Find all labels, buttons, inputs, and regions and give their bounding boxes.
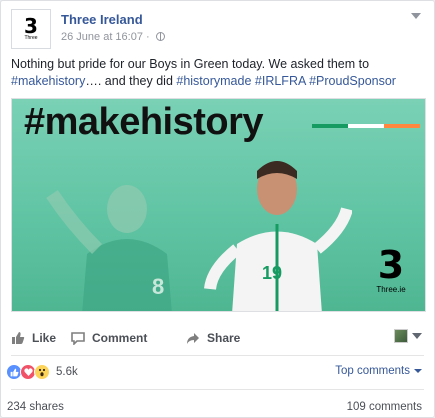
- post-text-part-2: …. and they did: [85, 74, 177, 88]
- avatar-logo: 3: [24, 14, 38, 38]
- foreground-player-illustration: 19: [204, 161, 352, 311]
- flag-orange: [384, 124, 420, 128]
- post-meta: 26 June at 16:07 ·: [61, 31, 165, 43]
- flag-green: [312, 124, 348, 128]
- globe-icon: [155, 32, 165, 41]
- post-image[interactable]: #makehistory 8 19 3 Three.ie: [11, 98, 426, 312]
- hashtag-irlfra[interactable]: #IRLFRA: [255, 74, 306, 88]
- page-avatar[interactable]: 3 Three: [11, 9, 51, 49]
- viewer-avatar: [394, 329, 408, 343]
- three-logo-glyph: 3: [377, 243, 405, 287]
- comment-label: Comment: [92, 331, 148, 345]
- share-icon: [187, 332, 199, 344]
- jersey-number: 19: [262, 263, 282, 283]
- avatar-logo-sub: Three: [24, 35, 38, 41]
- share-label: Share: [207, 331, 241, 345]
- like-button[interactable]: Like: [11, 326, 56, 350]
- hashtag-historymade[interactable]: #historymade: [176, 74, 251, 88]
- wow-icon: [34, 364, 50, 380]
- image-headline: #makehistory: [24, 101, 264, 143]
- background-player-illustration: 8: [46, 185, 172, 311]
- page-name-link[interactable]: Three Ireland: [61, 12, 143, 27]
- background-jersey-number: 8: [152, 274, 164, 299]
- post-timestamp[interactable]: 26 June at 16:07: [61, 31, 143, 43]
- hashtag-proudsponsor[interactable]: #ProudSponsor: [309, 74, 396, 88]
- divider: [11, 389, 424, 390]
- top-comments-dropdown[interactable]: Top comments: [335, 365, 422, 377]
- divider: [11, 355, 424, 356]
- chevron-down-icon: [414, 369, 422, 373]
- comment-button[interactable]: Comment: [71, 326, 147, 350]
- flag-white: [348, 124, 384, 128]
- comments-count[interactable]: 109 comments: [347, 401, 422, 413]
- hashtag-makehistory[interactable]: #makehistory: [11, 74, 85, 88]
- share-button[interactable]: Share: [186, 326, 240, 350]
- post-text: Nothing but pride for our Boys in Green …: [11, 56, 426, 90]
- post-text-part-1: Nothing but pride for our Boys in Green …: [11, 57, 370, 71]
- irish-flag-stripe: [312, 124, 420, 128]
- chevron-down-icon: [412, 333, 422, 339]
- post-as-selector[interactable]: [394, 329, 422, 343]
- chevron-down-icon[interactable]: [408, 9, 424, 23]
- post-card: 3 Three Three Ireland 26 June at 16:07 ·…: [0, 0, 435, 418]
- three-brand-logo: 3 Three.ie: [367, 245, 415, 297]
- like-label: Like: [32, 331, 57, 345]
- thumbs-up-icon: [12, 332, 25, 344]
- comment-icon: [71, 331, 85, 345]
- action-bar: Like Comment Share: [11, 326, 424, 350]
- top-comments-label: Top comments: [335, 365, 410, 377]
- post-header: 3 Three Three Ireland 26 June at 16:07 ·: [11, 9, 424, 49]
- meta-separator: ·: [146, 31, 150, 43]
- shares-count[interactable]: 234 shares: [7, 401, 64, 413]
- reactions-summary[interactable]: 5.6k: [6, 363, 78, 381]
- reaction-count: 5.6k: [56, 366, 78, 378]
- three-logo-site: Three.ie: [376, 285, 406, 294]
